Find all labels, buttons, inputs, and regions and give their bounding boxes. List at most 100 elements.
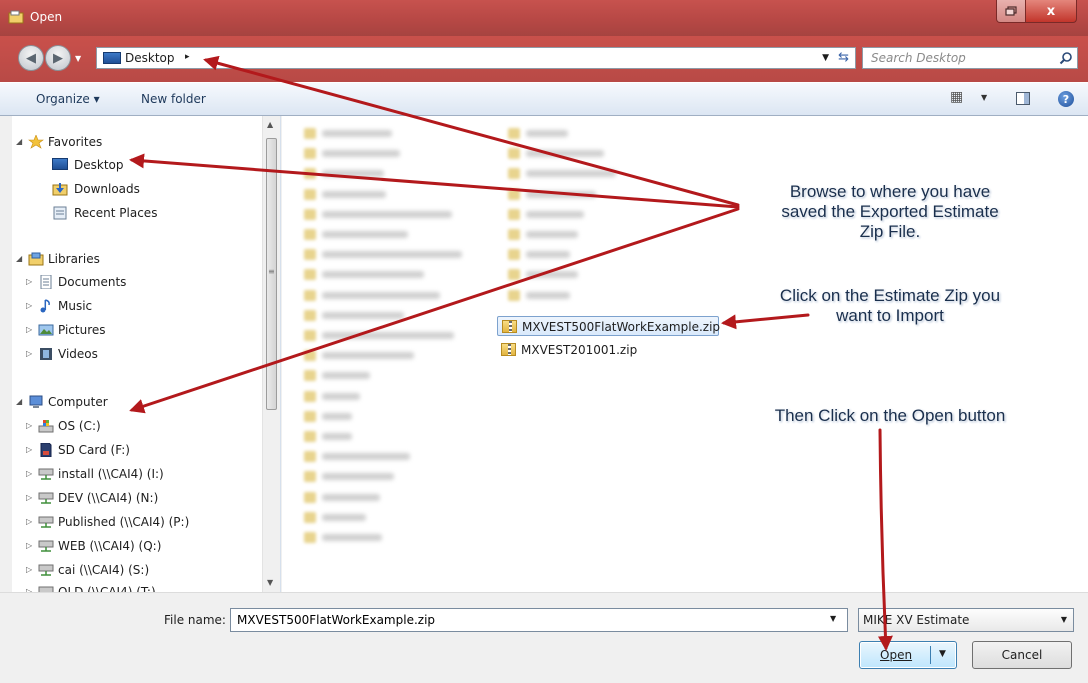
- blurred-file-name: [322, 311, 404, 319]
- breadcrumb-chevron-icon[interactable]: ▸: [185, 52, 190, 62]
- folder-icon: [304, 330, 316, 341]
- search-icon[interactable]: [1059, 51, 1073, 65]
- chevron-down-icon[interactable]: ▼: [1061, 615, 1067, 624]
- blurred-file-name: [526, 231, 578, 238]
- computer-icon: [28, 395, 44, 409]
- folder-icon: [304, 188, 316, 200]
- chevron-down-icon[interactable]: ▼: [822, 53, 829, 63]
- expand-arrow-icon[interactable]: ▷: [26, 416, 32, 436]
- network-drive-icon: [38, 585, 54, 592]
- blurred-file-item: [304, 390, 362, 403]
- breadcrumb-desktop[interactable]: Desktop: [125, 51, 175, 65]
- expand-arrow-icon[interactable]: ▷: [26, 344, 32, 364]
- recent-pages-dropdown[interactable]: ▼: [75, 54, 81, 63]
- blurred-file-item: [508, 148, 606, 160]
- refresh-icon[interactable]: ⇆: [838, 50, 849, 65]
- expand-arrow-icon[interactable]: ▷: [26, 488, 32, 508]
- help-icon[interactable]: ?: [1058, 91, 1074, 107]
- network-drive-icon: [38, 539, 54, 553]
- blurred-file-item: [304, 229, 410, 241]
- folder-icon: [304, 370, 316, 382]
- close-button[interactable]: x: [1025, 0, 1077, 23]
- scroll-down-icon[interactable]: ▼: [267, 578, 273, 587]
- view-options-dropdown-icon[interactable]: ▼: [981, 93, 987, 102]
- blurred-file-item: [304, 451, 412, 463]
- preview-pane-icon[interactable]: [1016, 92, 1030, 105]
- organize-button[interactable]: Organize ▾: [36, 92, 100, 106]
- scrollbar-thumb[interactable]: ≡: [266, 138, 277, 410]
- restore-icon: [1005, 6, 1017, 16]
- expand-arrow-icon[interactable]: ▷: [26, 512, 32, 532]
- open-dialog-icon: [8, 10, 24, 24]
- blurred-file-name: [322, 271, 424, 279]
- file-item[interactable]: MXVEST201001.zip: [497, 340, 677, 360]
- new-folder-button[interactable]: New folder: [141, 92, 206, 106]
- cancel-button[interactable]: Cancel: [972, 641, 1072, 669]
- back-button[interactable]: ◀: [18, 45, 44, 71]
- blurred-file-name: [526, 271, 578, 279]
- expand-arrow-icon[interactable]: ▷: [26, 440, 32, 460]
- file-name-input[interactable]: [230, 608, 848, 632]
- nav-item-label: OS (C:): [58, 419, 101, 433]
- nav-item-label: DEV (\\CAI4) (N:): [58, 491, 159, 505]
- view-options-icon[interactable]: ▦: [950, 89, 963, 105]
- nav-computer-label: Computer: [48, 395, 108, 409]
- restore-button[interactable]: [996, 0, 1026, 23]
- search-input[interactable]: [863, 48, 1057, 68]
- back-arrow-icon: ◀: [26, 50, 36, 66]
- open-dropdown-icon[interactable]: ▼: [939, 649, 946, 659]
- file-type-value: MIKE XV Estimate: [863, 613, 970, 627]
- nav-item-label: WEB (\\CAI4) (Q:): [58, 539, 162, 553]
- folder-icon: [304, 451, 316, 463]
- expand-arrow-icon[interactable]: ▷: [26, 464, 32, 484]
- folder-icon: [304, 471, 316, 483]
- music-icon: [38, 299, 54, 313]
- expand-arrow-icon[interactable]: ▷: [26, 320, 32, 340]
- collapse-arrow-icon[interactable]: ◢: [16, 132, 22, 152]
- expand-arrow-icon[interactable]: ▷: [26, 272, 32, 292]
- expand-arrow-icon[interactable]: ▷: [26, 582, 32, 592]
- search-box[interactable]: [862, 47, 1078, 69]
- blurred-file-name: [526, 150, 604, 158]
- folder-icon: [304, 229, 316, 240]
- scroll-up-icon[interactable]: ▲: [267, 120, 273, 129]
- annotation-line: Click on the Estimate Zip you: [779, 286, 1001, 305]
- blurred-file-name: [322, 231, 408, 238]
- file-item-selected[interactable]: MXVEST500FlatWorkExample.zip: [497, 316, 721, 336]
- folder-icon: [304, 128, 316, 139]
- folder-icon: [304, 309, 316, 321]
- expand-arrow-icon[interactable]: ▷: [26, 536, 32, 556]
- annotation-line: saved the Exported Estimate: [781, 202, 999, 221]
- blurred-file-name: [322, 453, 410, 461]
- address-bar[interactable]: Desktop ▸ ▼ ⇆: [96, 47, 856, 69]
- navigation-scrollbar[interactable]: ▲ ≡ ▼: [262, 116, 280, 592]
- expand-arrow-icon[interactable]: ▷: [26, 560, 32, 580]
- folder-icon: [508, 188, 520, 200]
- blurred-file-item: [304, 269, 426, 281]
- file-name: MXVEST500FlatWorkExample.zip: [522, 320, 721, 334]
- file-name: MXVEST201001.zip: [521, 343, 638, 357]
- blurred-file-item: [508, 128, 570, 140]
- file-name-dropdown-icon[interactable]: ▼: [830, 614, 836, 623]
- folder-icon: [304, 491, 316, 503]
- blurred-file-name: [322, 291, 440, 299]
- blurred-file-item: [304, 188, 388, 201]
- zip-file-icon: [502, 320, 517, 333]
- blurred-file-name: [526, 291, 570, 299]
- blurred-file-item: [508, 269, 580, 281]
- collapse-arrow-icon[interactable]: ◢: [16, 249, 22, 269]
- blurred-file-name: [322, 352, 414, 360]
- blurred-file-name: [322, 534, 382, 541]
- forward-button[interactable]: ▶: [45, 45, 71, 71]
- open-button[interactable]: Open ▼: [859, 641, 957, 669]
- pictures-icon: [38, 323, 54, 337]
- annotation-browse: Browse to where you have saved the Expor…: [740, 182, 1040, 242]
- blurred-file-name: [322, 150, 400, 158]
- collapse-arrow-icon[interactable]: ◢: [16, 392, 22, 412]
- expand-arrow-icon[interactable]: ▷: [26, 296, 32, 316]
- network-drive-icon: [38, 491, 54, 505]
- command-bar: Organize ▾ New folder ▦ ▼ ?: [0, 82, 1088, 116]
- file-type-select[interactable]: MIKE XV Estimate ▼: [858, 608, 1074, 632]
- annotation-click-zip: Click on the Estimate Zip you want to Im…: [740, 286, 1040, 326]
- blurred-file-name: [322, 372, 370, 380]
